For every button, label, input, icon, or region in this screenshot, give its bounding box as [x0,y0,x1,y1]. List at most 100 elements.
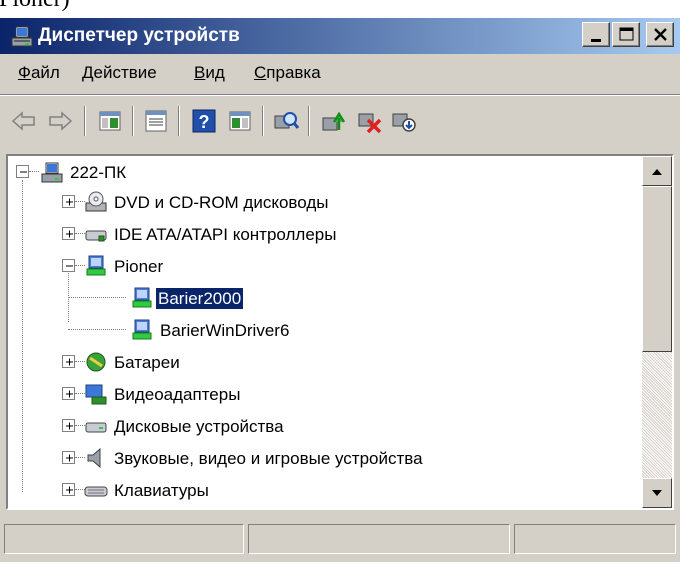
tree-item-dvd[interactable]: DVD и CD-ROM дисководы [8,188,448,218]
update-driver-button[interactable] [320,108,348,134]
tree-child-barierwindriver6[interactable]: BarierWinDriver6 [8,316,368,346]
device-manager-app-icon [11,26,33,47]
status-panel [514,524,676,554]
forward-arrow-icon [49,111,73,131]
vertical-scrollbar[interactable] [642,156,672,508]
tree-item-label: Видеоадаптеры [114,385,241,404]
scan-hardware-button[interactable] [272,108,300,134]
status-panel [248,524,510,554]
tree-root-label: 222-ПК [70,163,127,182]
scroll-down-button[interactable] [642,478,672,508]
toolbar-separator [262,106,264,136]
scrollbar-thumb[interactable] [642,186,672,352]
arrow-up-icon [652,169,662,175]
collapse-toggle[interactable] [16,165,29,178]
tree-root[interactable]: 222-ПК [8,158,308,188]
tree-item-label: Звуковые, видео и игровые устройства [114,449,423,468]
collapse-toggle[interactable] [62,259,75,272]
tree-item-label: Батареи [114,353,180,372]
toolbar-separator [178,106,180,136]
tree-item-label: IDE ATA/ATAPI контроллеры [114,225,337,244]
expand-toggle[interactable] [62,195,75,208]
toolbar: ? [0,96,680,146]
menu-view[interactable]: Вид [194,63,225,83]
menu-file[interactable]: Файл [18,63,60,83]
tree-item-keyboards[interactable]: Клавиатуры [8,476,328,506]
network-device-icon [132,287,152,308]
tree-item-sound-devices[interactable]: Звуковые, видео и игровые устройства [8,444,568,474]
menu-action[interactable]: Действие [82,63,157,83]
action-pane-button[interactable] [226,108,254,134]
arrow-down-icon [652,490,662,496]
tree-item-label: BarierWinDriver6 [160,321,290,340]
tree-child-barier2000[interactable]: Barier2000 [8,284,308,314]
tree-item-pioner[interactable]: Pioner [8,252,308,282]
expand-toggle[interactable] [62,419,75,432]
status-panel [4,524,244,554]
console-tree-button[interactable] [96,108,124,134]
keyboard-icon [84,486,108,497]
update-driver-icon [322,111,346,131]
device-tree: 222-ПК DVD и CD-ROM дисководы IDE ATA/AT… [6,154,674,510]
ide-controller-icon [85,230,107,242]
network-device-icon [132,319,152,340]
tree-line [68,297,126,299]
network-device-icon [86,255,106,276]
maximize-button[interactable] [612,22,640,47]
uninstall-icon [358,113,382,134]
back-arrow-icon [11,111,35,131]
tree-item-label-selected: Barier2000 [154,287,245,310]
tree-line [29,171,39,173]
expand-toggle[interactable] [62,355,75,368]
tree-item-disk-drives[interactable]: Дисковые устройства [8,412,388,442]
optical-drive-icon [85,191,107,212]
expand-toggle[interactable] [62,483,75,496]
scan-hardware-icon [274,112,300,129]
tree-item-batteries[interactable]: Батареи [8,348,308,378]
tree-item-video-adapters[interactable]: Видеоадаптеры [8,380,328,410]
menu-bar: Файл Действие Вид Справка [0,54,680,95]
tree-item-ide[interactable]: IDE ATA/ATAPI контроллеры [8,220,468,250]
clipped-document-text: Pioner) [0,0,680,18]
tree-item-label: Клавиатуры [114,481,209,500]
tree-item-label: Pioner [114,257,164,276]
tree-item-label: Дисковые устройства [114,417,284,436]
close-button[interactable] [646,22,674,47]
help-icon: ? [192,109,216,133]
window-title: Диспетчер устройств [38,25,240,46]
back-button[interactable] [10,108,38,134]
properties-button[interactable] [142,108,170,134]
uninstall-button[interactable] [356,108,384,134]
expand-toggle[interactable] [62,451,75,464]
disable-device-button[interactable] [390,108,418,134]
display-adapter-icon [85,384,107,405]
tree-item-label: DVD и CD-ROM дисководы [114,193,329,212]
toolbar-separator [132,106,134,136]
speaker-icon [87,447,101,469]
forward-button[interactable] [46,108,74,134]
help-button[interactable]: ? [190,108,218,134]
disable-device-icon [392,113,416,132]
svg-text:?: ? [199,112,210,132]
minimize-button[interactable] [582,22,610,47]
menu-help[interactable]: Справка [254,63,321,83]
maximize-icon [619,27,634,41]
status-bar [0,516,680,562]
title-bar[interactable]: Диспетчер устройств [0,18,680,54]
expand-toggle[interactable] [62,227,75,240]
device-manager-window: Диспетчер устройств Файл Действие Вид Сп… [0,18,680,562]
properties-icon [145,110,167,132]
action-pane-icon [229,111,251,131]
scroll-up-button[interactable] [642,156,672,186]
battery-icon [86,352,106,372]
disk-drive-icon [85,422,107,433]
show-hide-console-tree-icon [99,111,121,131]
computer-icon [41,162,63,183]
close-icon [654,28,667,41]
device-tree-content: 222-ПК DVD и CD-ROM дисководы IDE ATA/AT… [8,156,638,508]
toolbar-separator [84,106,86,136]
tree-line [68,329,126,331]
minimize-icon [591,39,601,42]
expand-toggle[interactable] [62,387,75,400]
toolbar-separator [308,106,310,136]
